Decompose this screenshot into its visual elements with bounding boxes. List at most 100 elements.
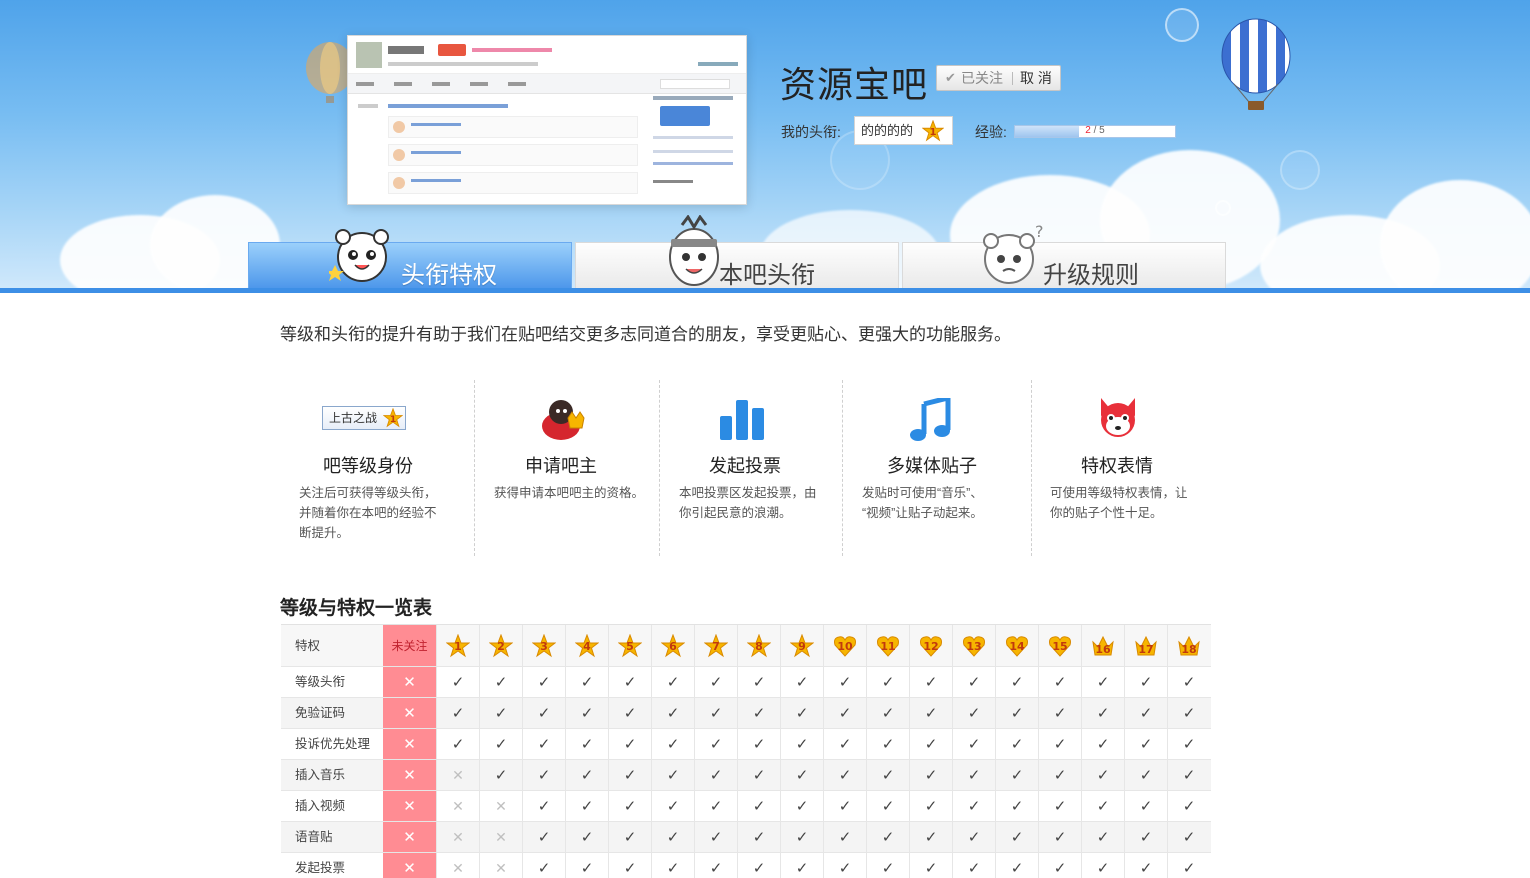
check-icon: ✓ [1081,760,1124,790]
cross-icon: ✕ [436,822,479,852]
check-icon: ✓ [952,853,995,878]
check-icon: ✓ [651,698,694,728]
check-icon: ✓ [823,791,866,821]
tab-title-privileges[interactable]: 头衔特权 [248,229,572,288]
level-4-header: 4 [565,625,608,666]
exp-progress-text: 2 / 5 [1085,125,1105,136]
unfollowed-cross-icon: ✕ [383,760,436,790]
level-icon: 8 [747,634,771,658]
check-icon: ✓ [522,729,565,759]
check-icon: ✓ [823,667,866,697]
check-icon: ✓ [522,822,565,852]
tab-label: 本吧头衔 [719,262,815,289]
level-icon: 6 [661,634,685,658]
cross-icon: ✕ [436,791,479,821]
unfollow-button[interactable]: 取 消 [1020,66,1052,90]
check-icon: ✓ [995,698,1038,728]
level-10-header: 10 [823,625,866,666]
feature-title: 吧等级身份 [323,456,413,476]
tab-upgrade-rules[interactable]: ? 升级规则 [902,223,1226,288]
check-icon: ✓ [608,729,651,759]
check-icon: ✓ [1167,729,1210,759]
cross-icon: ✕ [479,853,522,878]
check-icon: ✓ [952,822,995,852]
check-icon: ✓ [737,698,780,728]
check-icon: ✓ [909,760,952,790]
cross-icon: ✕ [479,822,522,852]
privilege-name: 等级头衔 [295,675,346,689]
check-icon: ✓ [1081,729,1124,759]
forum-name: 资源宝吧 [780,64,929,105]
check-icon: ✓ [479,729,522,759]
table-row: 发起投票 ✕ ✕ ✕ ✓ ✓ ✓ ✓ ✓ ✓ ✓ ✓ ✓ ✓ ✓ ✓ ✓ ✓ ✓ ✓ [281,853,1211,878]
feature-title: 发起投票 [709,456,781,476]
feature-title: 申请吧主 [525,456,597,476]
privilege-name: 插入视频 [295,799,346,813]
check-icon: ✓ [737,667,780,697]
svg-text:17: 17 [1138,643,1153,656]
check-icon: ✓ [1167,791,1210,821]
table-row: 语音贴 ✕ ✕ ✕ ✓ ✓ ✓ ✓ ✓ ✓ ✓ ✓ ✓ ✓ ✓ ✓ ✓ ✓ ✓ ✓ [281,822,1211,853]
privilege-name: 插入音乐 [295,768,346,782]
level-1-header: 1 [436,625,479,666]
check-icon: ✓ [995,822,1038,852]
level-8-header: 8 [737,625,780,666]
check-icon: ✔ [945,70,956,85]
check-icon: ✓ [565,791,608,821]
svg-text:7: 7 [712,640,720,653]
level-icon: 2 [489,634,513,658]
svg-text:5: 5 [626,640,634,653]
check-icon: ✓ [1124,822,1167,852]
svg-text:15: 15 [1052,640,1067,653]
check-icon: ✓ [1124,791,1167,821]
level-star-icon: 1 [383,408,403,428]
check-icon: ✓ [952,760,995,790]
svg-text:8: 8 [755,640,763,653]
level-9-header: 9 [780,625,823,666]
check-icon: ✓ [1038,822,1081,852]
divider [659,380,660,556]
check-icon: ✓ [737,853,780,878]
level-18-header: 18 [1167,625,1210,666]
follow-toggle[interactable]: ✔ 已关注 取 消 [936,65,1061,91]
check-icon: ✓ [608,853,651,878]
svg-text:3: 3 [540,640,548,653]
check-icon: ✓ [436,667,479,697]
check-icon: ✓ [651,853,694,878]
my-title-text: 的的的的 [861,123,914,138]
check-icon: ✓ [737,729,780,759]
tab-forum-titles[interactable]: 本吧头衔 [575,215,899,289]
check-icon: ✓ [780,760,823,790]
level-7-header: 7 [694,625,737,666]
check-icon: ✓ [651,667,694,697]
level-12-header: 12 [909,625,952,666]
check-icon: ✓ [866,853,909,878]
bazhu-crown-icon [542,400,585,440]
level-15-header: 15 [1038,625,1081,666]
check-icon: ✓ [1167,667,1210,697]
check-icon: ✓ [1081,791,1124,821]
mascot-happy-icon [329,229,389,282]
check-icon: ✓ [565,760,608,790]
svg-text:2: 2 [497,640,505,653]
level-icon: 14 [1006,636,1028,657]
check-icon: ✓ [995,667,1038,697]
check-icon: ✓ [909,729,952,759]
mascot-headband-icon [669,215,719,286]
check-icon: ✓ [866,822,909,852]
level-3-header: 3 [522,625,565,666]
table-row: 插入音乐 ✕ ✕ ✓ ✓ ✓ ✓ ✓ ✓ ✓ ✓ ✓ ✓ ✓ ✓ ✓ ✓ ✓ ✓ ✓ [281,760,1211,791]
check-icon: ✓ [780,791,823,821]
check-icon: ✓ [780,853,823,878]
feature-desc: 可使用等级特权表情，让 你的贴子个性十足。 [1050,486,1188,520]
level-icon: 17 [1135,635,1157,656]
check-icon: ✓ [952,791,995,821]
feature-forum-level: 上古之战 1 吧等级身份 关注后可获得等级头衔， 并随着你在本吧的经验不 断提升。 [280,382,470,554]
check-icon: ✓ [1124,667,1167,697]
check-icon: ✓ [479,760,522,790]
level-icon: 13 [963,636,985,657]
check-icon: ✓ [694,822,737,852]
feature-title: 多媒体贴子 [887,456,977,476]
exp-progress-bar: 2 / 5 [1014,125,1176,138]
privilege-name: 发起投票 [295,861,346,875]
